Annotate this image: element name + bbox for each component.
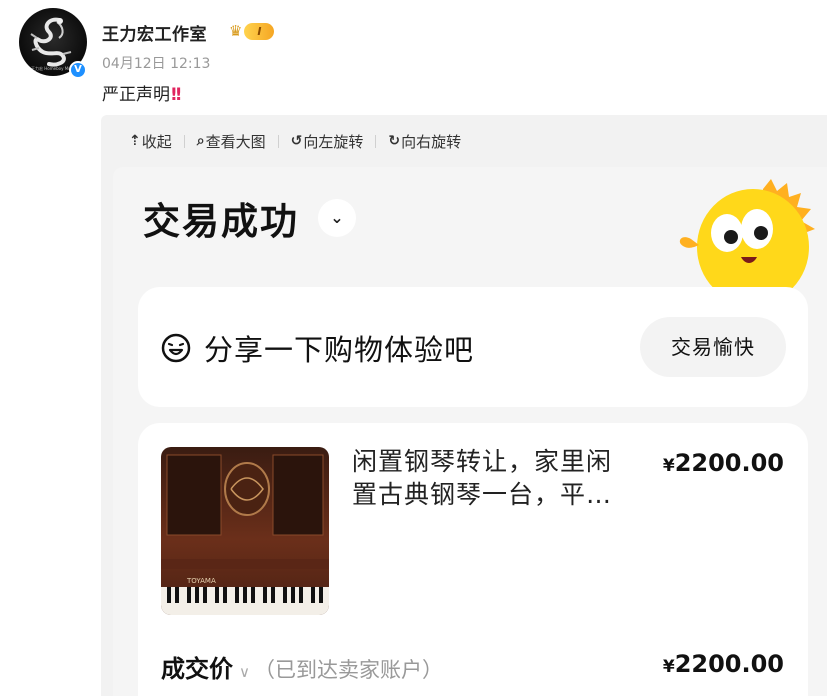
toolbar-divider [375,134,377,148]
deal-label: 成交价 [161,655,233,683]
post-timestamp[interactable]: 04月12日 12:13 [102,53,210,73]
laugh-face-icon [161,333,191,363]
deal-price-row[interactable]: 成交价 ∨ （已到达卖家账户） [161,649,443,684]
product-card[interactable]: TOYAMA 闲置钢琴转让，家里闲 置古典钢琴一台，平… ¥2200.00 成交… [138,423,808,696]
product-price: ¥2200.00 [663,449,784,477]
order-status-title: 交易成功 [143,200,299,243]
product-title-line: 闲置钢琴转让，家里闲 [352,447,613,476]
toolbar-divider [183,134,185,148]
share-prompt: 分享一下购物体验吧 [204,333,475,367]
product-title-line: 置古典钢琴一台，平… [352,480,613,509]
view-large-button[interactable]: ⌕ 查看大图 [197,131,266,152]
double-exclamation-icon: !! [170,85,182,105]
product-title[interactable]: 闲置钢琴转让，家里闲 置古典钢琴一台，平… [352,445,632,511]
collapse-button[interactable]: ⇡ 收起 [129,131,172,152]
piano-image: TOYAMA [161,447,329,615]
collapse-label: 收起 [141,132,172,151]
chevron-down-icon: ⌄ [318,199,356,237]
rotate-right-button[interactable]: ↻ 向右旋转 [388,131,461,152]
fish-mascot-icon [679,179,815,297]
deal-note: （已到达卖家账户） [253,658,443,682]
piano-brand: TOYAMA [186,577,216,585]
post-text-body: 严正声明 [102,85,170,105]
rotate-left-icon: ↺ [290,133,303,149]
search-icon: ⌕ [196,133,205,149]
toolbar-divider [277,134,279,148]
currency-symbol: ¥ [662,456,675,476]
share-card: 分享一下购物体验吧 交易愉快 [138,287,808,407]
product-price-value: 2200.00 [674,449,784,477]
username[interactable]: 王力宏工作室 [102,20,207,45]
happy-trade-button[interactable]: 交易愉快 [640,317,786,377]
deal-price-value: 2200.00 [674,650,784,678]
vip-level: I [244,22,275,40]
rotate-right-icon: ↻ [388,133,401,149]
rotate-left-button[interactable]: ↺ 向左旋转 [291,131,364,152]
post-text: 严正声明!! [102,80,182,105]
chevron-down-icon: ∨ [239,663,250,681]
viewer-toolbar: ⇡ 收起 ⌕ 查看大图 ↺ 向左旋转 ↻ 向右旋转 [101,115,827,167]
rotate-left-label: 向左旋转 [303,132,364,151]
screenshot-image[interactable]: 交易成功 ⌄ 分享一下购物体验吧 交易愉快 TOYAMA 闲置钢琴转让，家里闲 … [113,167,827,696]
image-viewer: ⇡ 收起 ⌕ 查看大图 ↺ 向左旋转 ↻ 向右旋转 交易成功 ⌄ 分享一下购物体… [101,115,827,696]
verified-badge-icon: V [69,61,87,79]
crown-icon: ♛ [229,22,243,40]
product-thumbnail[interactable]: TOYAMA [161,447,329,615]
vip-badge[interactable]: ♛ I [229,21,275,41]
currency-symbol: ¥ [662,657,675,677]
deal-price: ¥2200.00 [663,650,784,678]
view-large-label: 查看大图 [205,132,266,151]
upload-arrow-icon: ⇡ [129,133,141,149]
rotate-right-label: 向右旋转 [401,132,462,151]
